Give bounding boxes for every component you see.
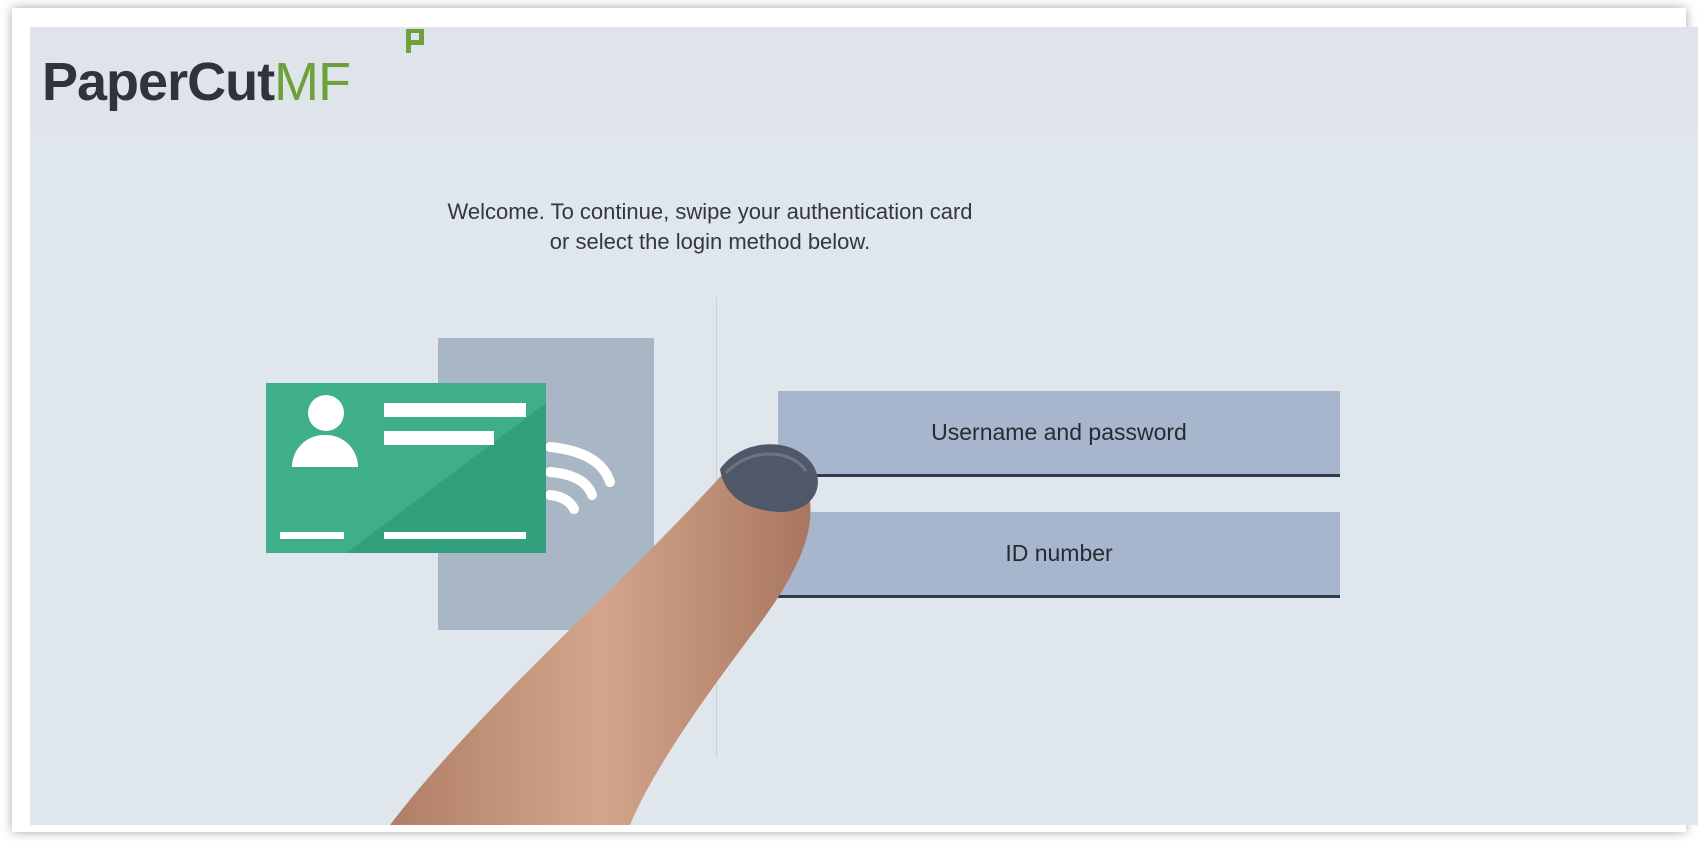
section-divider (716, 297, 717, 757)
logo-sub-text: MF (274, 52, 351, 112)
contactless-wave-icon (545, 442, 615, 514)
card-line-3 (280, 532, 344, 539)
card-line-2 (384, 431, 494, 445)
login-screen: PaperCutMF Welcome. To continue, swipe y… (30, 27, 1698, 825)
logo-main-text: PaperCut (42, 52, 275, 112)
papercut-flag-icon (406, 29, 424, 53)
username-password-button[interactable]: Username and password (778, 391, 1340, 477)
welcome-line-2: or select the login method below. (549, 229, 871, 254)
card-line-1 (384, 403, 526, 417)
card-line-4 (384, 532, 526, 539)
papercut-logo: PaperCutMF (42, 52, 351, 112)
id-number-button[interactable]: ID number (778, 512, 1340, 598)
welcome-message: Welcome. To continue, swipe your authent… (430, 197, 990, 257)
avatar-head (308, 395, 344, 431)
id-card-icon (266, 383, 546, 553)
welcome-line-1: Welcome. To continue, swipe your authent… (447, 199, 973, 224)
header-bar: PaperCutMF (30, 27, 1698, 135)
